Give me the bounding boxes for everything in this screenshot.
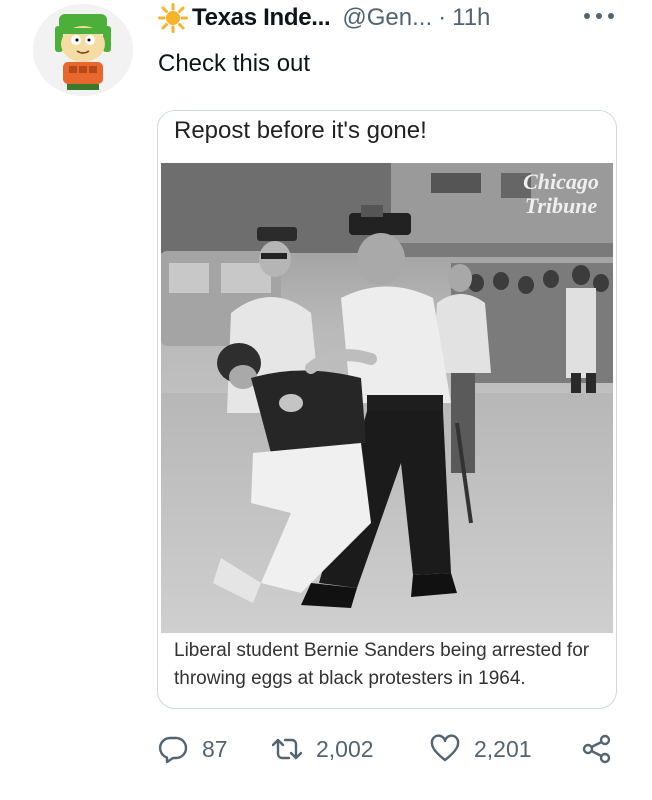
display-name[interactable]: Texas Inde... bbox=[192, 4, 331, 32]
share-button[interactable] bbox=[582, 734, 626, 764]
media-header: Repost before it's gone! bbox=[158, 111, 616, 163]
more-icon-dot bbox=[608, 13, 614, 19]
share-icon bbox=[582, 734, 611, 764]
reply-button[interactable]: 87 bbox=[158, 734, 228, 764]
timestamp[interactable]: 11h bbox=[452, 4, 490, 32]
avatar-image bbox=[33, 4, 133, 96]
watermark-line2: Tribune bbox=[525, 193, 598, 218]
avatar[interactable] bbox=[33, 4, 133, 96]
retweet-button[interactable]: 2,002 bbox=[272, 734, 374, 764]
tweet-header: Texas Inde... @Gen... · 11h bbox=[158, 2, 628, 34]
user-handle[interactable]: @Gen... bbox=[342, 4, 432, 32]
more-button[interactable] bbox=[584, 6, 614, 26]
media-caption: Liberal student Bernie Sanders being arr… bbox=[174, 640, 590, 689]
watermark-line1: Chicago bbox=[523, 169, 599, 194]
retweet-icon bbox=[272, 738, 302, 760]
separator-dot: · bbox=[438, 4, 447, 31]
more-icon-dot bbox=[584, 13, 590, 19]
reply-icon bbox=[158, 736, 188, 764]
sun-emoji-icon bbox=[158, 3, 188, 33]
news-photo: Chicago Tribune bbox=[161, 163, 613, 633]
like-button[interactable]: 2,201 bbox=[430, 734, 532, 764]
more-icon-dot bbox=[596, 13, 602, 19]
tweet-media[interactable]: Repost before it's gone! Chicago Tribune… bbox=[157, 110, 617, 709]
retweet-count: 2,002 bbox=[316, 735, 374, 762]
tweet-text: Check this out bbox=[158, 50, 311, 77]
media-header-text: Repost before it's gone! bbox=[174, 117, 427, 144]
tweet-actions: 87 2,002 2,201 bbox=[158, 734, 618, 770]
heart-icon bbox=[430, 734, 460, 762]
like-count: 2,201 bbox=[474, 735, 532, 762]
reply-count: 87 bbox=[202, 735, 228, 762]
